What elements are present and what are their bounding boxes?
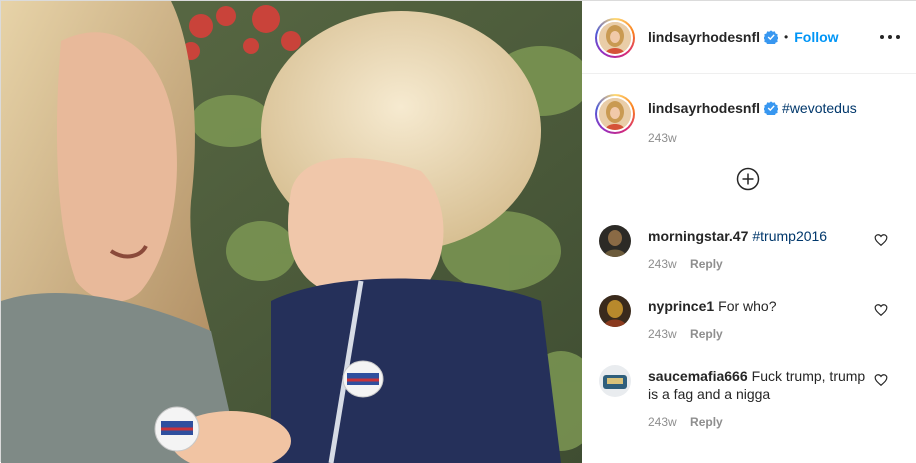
comment-time[interactable]: 243w	[648, 415, 677, 429]
comment-meta: 243w Reply	[648, 415, 723, 429]
separator-dot: •	[784, 30, 789, 44]
comment-text: saucemafia666 Fuck trump, trump is a fag …	[648, 367, 870, 403]
caption-username[interactable]: lindsayrhodesnfl	[648, 100, 760, 116]
comment-username[interactable]: nyprince1	[648, 298, 714, 314]
comment-item: nyprince1 For who? 243w Reply	[582, 295, 916, 355]
heart-icon[interactable]	[874, 303, 888, 317]
comment-text: nyprince1 For who?	[648, 297, 870, 315]
caption-hashtag[interactable]: #wevotedus	[782, 100, 857, 116]
comment-item: saucemafia666 Fuck trump, trump is a fag …	[582, 365, 916, 429]
heart-icon[interactable]	[874, 233, 888, 247]
comment-time[interactable]: 243w	[648, 327, 677, 341]
reply-button[interactable]: Reply	[690, 327, 723, 341]
post-header: lindsayrhodesnfl • Follow	[582, 1, 916, 74]
author-username[interactable]: lindsayrhodesnfl	[648, 29, 760, 45]
comment-item: morningstar.47 #trump2016 243w Reply	[582, 225, 916, 285]
commenter-avatar[interactable]	[599, 295, 631, 327]
commenter-avatar-image	[599, 225, 631, 257]
comment-hashtag[interactable]: #trump2016	[752, 228, 827, 244]
commenter-avatar[interactable]	[599, 365, 631, 397]
comment-meta: 243w Reply	[648, 257, 723, 271]
comment-text: morningstar.47 #trump2016	[648, 227, 870, 245]
caption-avatar[interactable]	[595, 94, 635, 134]
author-avatar[interactable]	[595, 18, 635, 58]
photo-illustration	[1, 1, 582, 463]
verified-badge-icon	[764, 30, 779, 44]
commenter-avatar[interactable]	[599, 225, 631, 257]
heart-icon[interactable]	[874, 373, 888, 387]
commenter-avatar-image	[599, 365, 631, 397]
reply-button[interactable]: Reply	[690, 257, 723, 271]
comment-meta: 243w Reply	[648, 327, 723, 341]
commenter-avatar-image	[599, 295, 631, 327]
caption-time[interactable]: 243w	[648, 131, 677, 145]
follow-button[interactable]: Follow	[794, 29, 838, 45]
verified-badge-icon	[764, 101, 779, 115]
author-avatar-image	[599, 22, 631, 54]
plus-circle-icon[interactable]	[736, 167, 760, 191]
post-photo[interactable]	[1, 1, 582, 463]
caption-text: lindsayrhodesnfl #wevotedus	[648, 100, 857, 116]
caption-avatar-image	[599, 98, 631, 130]
comment-body: For who?	[718, 298, 777, 314]
header-user-row: lindsayrhodesnfl • Follow	[648, 29, 839, 45]
more-options-icon[interactable]	[880, 29, 900, 45]
comment-username[interactable]: morningstar.47	[648, 228, 748, 244]
comment-time[interactable]: 243w	[648, 257, 677, 271]
comment-username[interactable]: saucemafia666	[648, 368, 748, 384]
reply-button[interactable]: Reply	[690, 415, 723, 429]
post-dialog: lindsayrhodesnfl • Follow lindsayrhodesn…	[0, 0, 916, 463]
post-side-panel: lindsayrhodesnfl • Follow lindsayrhodesn…	[582, 1, 916, 463]
